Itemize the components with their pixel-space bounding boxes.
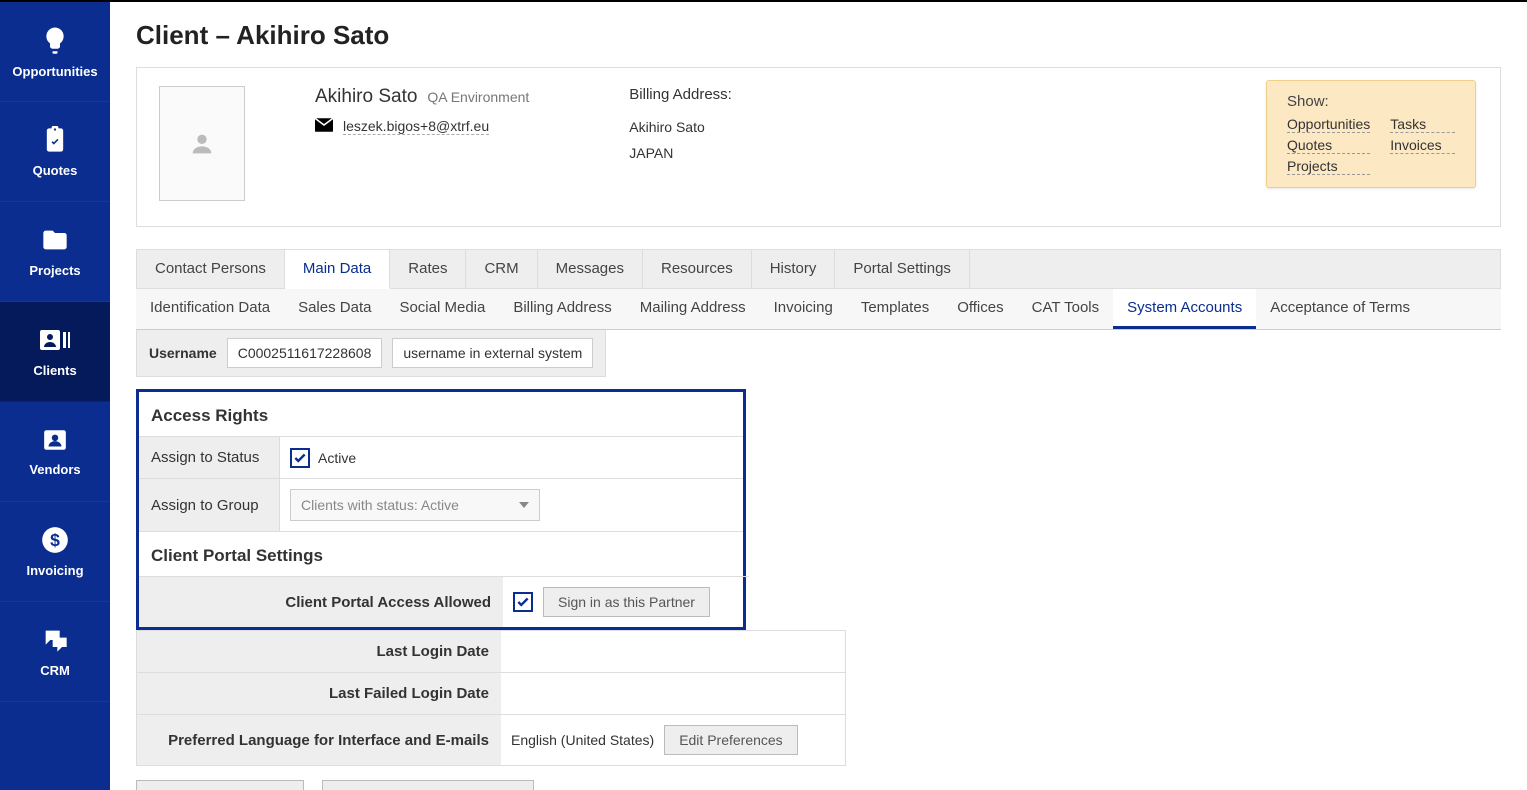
chat-icon: [41, 626, 69, 657]
sidebar-item-invoicing[interactable]: $ Invoicing: [0, 502, 110, 602]
svg-text:$: $: [50, 529, 60, 549]
tab-billing-address[interactable]: Billing Address: [499, 289, 625, 329]
contacts-icon: [40, 326, 70, 357]
show-title: Show:: [1287, 93, 1455, 110]
tab-history[interactable]: History: [752, 250, 836, 288]
environment-badge: QA Environment: [427, 89, 529, 105]
tab-cat-tools[interactable]: CAT Tools: [1018, 289, 1114, 329]
show-link-quotes[interactable]: Quotes: [1287, 137, 1370, 154]
tab-portal-settings[interactable]: Portal Settings: [835, 250, 970, 288]
assign-status-checkbox[interactable]: [290, 448, 310, 468]
tab-sales-data[interactable]: Sales Data: [284, 289, 385, 329]
tab-templates[interactable]: Templates: [847, 289, 943, 329]
sidebar-item-label: Opportunities: [12, 64, 97, 79]
lightbulb-icon: [40, 25, 70, 58]
sidebar-item-label: Clients: [33, 363, 76, 378]
billing-country: JAPAN: [629, 145, 732, 161]
billing-name: Akihiro Sato: [629, 119, 732, 135]
sidebar-item-quotes[interactable]: Quotes: [0, 102, 110, 202]
page-title: Client – Akihiro Sato: [136, 20, 1501, 51]
signin-partner-button[interactable]: Sign in as this Partner: [543, 587, 710, 617]
last-login-value: [501, 631, 845, 672]
tab-resources[interactable]: Resources: [643, 250, 752, 288]
tab-contact-persons[interactable]: Contact Persons: [137, 250, 285, 288]
main-content: Client – Akihiro Sato Akihiro Sato QA En…: [110, 2, 1527, 790]
tab-identification-data[interactable]: Identification Data: [136, 289, 284, 329]
portal-details-table: Last Login Date Last Failed Login Date P…: [136, 630, 846, 766]
avatar: [159, 86, 245, 201]
assign-status-label: Assign to Status: [139, 437, 279, 478]
sidebar-item-label: Vendors: [29, 462, 80, 477]
tab-acceptance-of-terms[interactable]: Acceptance of Terms: [1256, 289, 1424, 329]
tab-messages[interactable]: Messages: [538, 250, 643, 288]
show-box: Show: Opportunities Tasks Quotes Invoice…: [1266, 80, 1476, 188]
preferred-language-value: English (United States): [511, 732, 654, 748]
access-rights-title: Access Rights: [139, 392, 743, 436]
sidebar-item-projects[interactable]: Projects: [0, 202, 110, 302]
tab-rates[interactable]: Rates: [390, 250, 466, 288]
primary-tabs: Contact Persons Main Data Rates CRM Mess…: [136, 249, 1501, 289]
client-header-card: Akihiro Sato QA Environment leszek.bigos…: [136, 67, 1501, 227]
sidebar: Opportunities Quotes Projects Clients Ve…: [0, 2, 110, 790]
clipboard-icon: [41, 126, 69, 157]
show-link-tasks[interactable]: Tasks: [1390, 116, 1455, 133]
send-welcome-email-button[interactable]: Send Welcome E-mail: [136, 780, 304, 790]
dollar-icon: $: [41, 526, 69, 557]
assign-group-select[interactable]: Clients with status: Active: [290, 489, 540, 521]
sidebar-item-crm[interactable]: CRM: [0, 602, 110, 702]
last-failed-login-value: [501, 673, 845, 714]
assign-group-label: Assign to Group: [139, 479, 279, 531]
tab-invoicing[interactable]: Invoicing: [760, 289, 847, 329]
tab-main-data[interactable]: Main Data: [285, 250, 390, 289]
send-password-reset-button[interactable]: Send Password Reset E-mail: [322, 780, 534, 790]
sidebar-item-clients[interactable]: Clients: [0, 302, 110, 402]
mail-icon: [315, 118, 333, 135]
show-link-projects[interactable]: Projects: [1287, 158, 1370, 175]
tab-offices[interactable]: Offices: [943, 289, 1017, 329]
tab-crm[interactable]: CRM: [466, 250, 537, 288]
username-external-field[interactable]: username in external system: [392, 338, 593, 368]
username-label: Username: [149, 345, 217, 361]
sidebar-item-opportunities[interactable]: Opportunities: [0, 2, 110, 102]
bottom-buttons: Send Welcome E-mail Send Password Reset …: [136, 780, 1501, 790]
sidebar-item-vendors[interactable]: Vendors: [0, 402, 110, 502]
portal-access-checkbox[interactable]: [513, 592, 533, 612]
secondary-tabs: Identification Data Sales Data Social Me…: [136, 289, 1501, 330]
tab-mailing-address[interactable]: Mailing Address: [626, 289, 760, 329]
client-email[interactable]: leszek.bigos+8@xtrf.eu: [343, 118, 489, 135]
tab-system-accounts[interactable]: System Accounts: [1113, 289, 1256, 329]
sidebar-item-label: Invoicing: [26, 563, 83, 578]
client-name: Akihiro Sato: [315, 86, 417, 107]
tab-social-media[interactable]: Social Media: [385, 289, 499, 329]
portal-settings-title: Client Portal Settings: [139, 532, 743, 576]
username-value: C0002511617228608: [227, 338, 383, 368]
person-card-icon: [42, 427, 68, 456]
edit-preferences-button[interactable]: Edit Preferences: [664, 725, 798, 755]
sidebar-item-label: Projects: [29, 263, 80, 278]
access-rights-highlight: Access Rights Assign to Status Active As…: [136, 389, 746, 630]
billing-address-label: Billing Address:: [629, 86, 732, 103]
show-link-invoices[interactable]: Invoices: [1390, 137, 1455, 154]
username-bar: Username C0002511617228608 username in e…: [136, 330, 606, 377]
folder-icon: [41, 226, 69, 257]
sidebar-item-label: Quotes: [33, 163, 78, 178]
last-failed-login-label: Last Failed Login Date: [137, 673, 501, 714]
assign-status-value: Active: [318, 450, 356, 466]
sidebar-item-label: CRM: [40, 663, 70, 678]
last-login-label: Last Login Date: [137, 631, 501, 672]
portal-access-label: Client Portal Access Allowed: [139, 577, 503, 627]
show-link-opportunities[interactable]: Opportunities: [1287, 116, 1370, 133]
preferred-language-label: Preferred Language for Interface and E-m…: [137, 715, 501, 765]
